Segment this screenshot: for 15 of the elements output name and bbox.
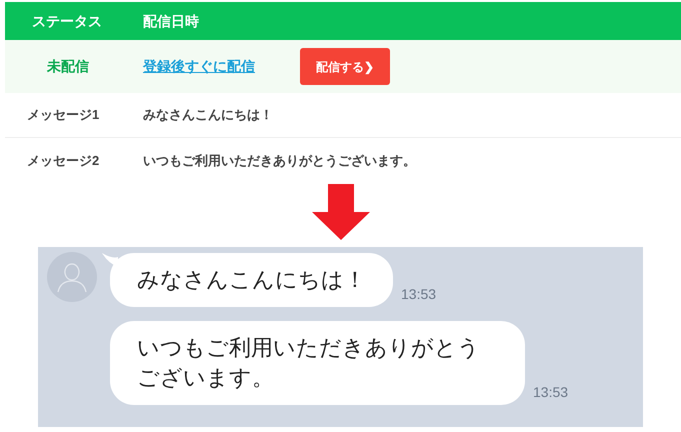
column-header: 配信日時	[143, 12, 199, 30]
table-cell-text: メッセージ2	[26, 152, 100, 170]
column-header: ステータス	[31, 12, 103, 30]
message-time: 13:53	[533, 383, 568, 402]
message-time: 13:53	[401, 285, 436, 304]
table-cell-text: いつもご利用いただきありがとうございます。	[143, 152, 416, 170]
send-button[interactable]: 配信する❯	[300, 48, 390, 85]
message-bubble: みなさんこんにちは！	[110, 253, 393, 307]
avatar-icon	[47, 252, 97, 302]
message-bubble: いつもご利用いただきありがとうございます。	[110, 321, 525, 405]
status-text: 未配信	[46, 57, 90, 76]
down-arrow-icon	[310, 184, 370, 241]
schedule-link[interactable]: 登録後すぐに配信	[143, 56, 300, 77]
table-cell-text: メッセージ1	[26, 106, 100, 124]
table-cell-text: みなさんこんにちは！	[143, 106, 273, 124]
